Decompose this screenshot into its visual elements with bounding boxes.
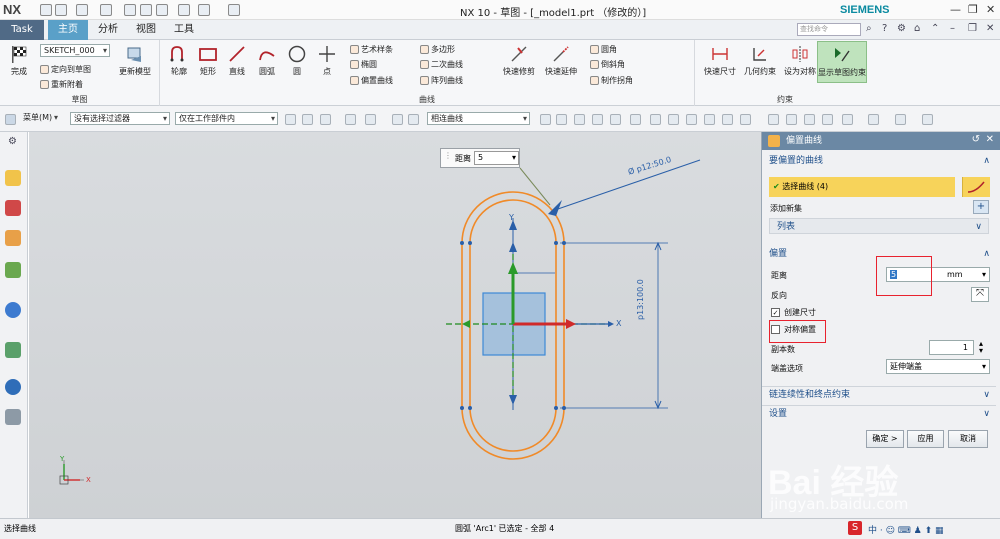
cancel-button[interactable]: 取消 bbox=[948, 430, 988, 448]
offset-curve-dialog-icon bbox=[768, 135, 780, 147]
copies-input[interactable]: 1 bbox=[929, 340, 974, 355]
distance-onscreen-input: ⋮ 距离 5 bbox=[440, 148, 520, 168]
reverse-direction-button[interactable]: ⤧ bbox=[971, 287, 989, 302]
annotation-box-symmetric bbox=[769, 320, 826, 343]
section-chain-title: 链连续性和终点约束 bbox=[769, 390, 851, 400]
apply-button[interactable]: 应用 bbox=[907, 430, 944, 448]
ok-button[interactable]: 确定 > bbox=[866, 430, 904, 448]
cap-options-value: 延伸端盖 bbox=[890, 362, 922, 371]
status-message: 圆弧 'Arc1' 已选定 - 全部 4 bbox=[455, 524, 555, 533]
x-axis-label: X bbox=[616, 319, 622, 328]
reverse-label: 反向 bbox=[771, 291, 787, 300]
section-chain-header[interactable]: 链连续性和终点约束 ∨ bbox=[762, 386, 996, 402]
section-settings-header[interactable]: 设置 ∨ bbox=[762, 405, 996, 421]
chevron-up-icon: ∧ bbox=[983, 249, 990, 259]
chevron-down-icon: ∨ bbox=[983, 390, 990, 400]
reset-icon[interactable]: ↺ bbox=[972, 134, 980, 145]
distance-label: 距离 bbox=[771, 271, 787, 280]
select-curve-row[interactable]: ✔ 选择曲线 (4) bbox=[769, 177, 955, 197]
section-curve-header[interactable]: 要偏置的曲线 ∧ bbox=[762, 153, 996, 169]
cap-options-select[interactable]: 延伸端盖 ▾ bbox=[886, 359, 990, 374]
watermark-url: jingyan.baidu.com bbox=[770, 495, 909, 513]
curve-icon bbox=[967, 181, 985, 193]
dialog-title: 偏置曲线 bbox=[762, 132, 1000, 150]
add-new-set-button[interactable]: + bbox=[973, 200, 989, 214]
cap-options-label: 端盖选项 bbox=[771, 364, 803, 373]
chevron-up-icon: ∧ bbox=[983, 156, 990, 166]
dialog-close-icon[interactable]: ✕ bbox=[986, 134, 994, 145]
create-dimension-checkbox[interactable]: ✓ 创建尺寸 bbox=[771, 307, 816, 318]
select-curve-label: 选择曲线 (4) bbox=[782, 182, 829, 191]
section-curve-title: 要偏置的曲线 bbox=[769, 156, 824, 166]
input-method-icon[interactable]: S bbox=[848, 521, 862, 535]
section-settings-title: 设置 bbox=[769, 409, 788, 419]
annotation-box-distance bbox=[876, 256, 932, 296]
distance-onscreen-label: 距离 bbox=[455, 154, 471, 163]
check-icon: ✓ bbox=[771, 308, 780, 317]
section-offset-title: 偏置 bbox=[769, 249, 788, 259]
status-bar: 选择曲线 圆弧 'Arc1' 已选定 - 全部 4 S 中 ⋅ ☺ ⌨ ♟ ⬆ … bbox=[0, 518, 1000, 539]
chevron-down-icon: ∨ bbox=[983, 409, 990, 419]
check-icon: ✔ bbox=[773, 182, 780, 191]
baidu-watermark: Bai 经验 jingyan.baidu.com bbox=[768, 455, 1000, 519]
wcs-y-label: Y bbox=[60, 455, 65, 463]
length-dimension-label[interactable]: p13:100.0 bbox=[636, 279, 645, 320]
copies-label: 副本数 bbox=[771, 345, 795, 354]
ime-mode-icon[interactable]: 中 ⋅ ☺ ⌨ ♟ ⬆ ▦ bbox=[868, 523, 944, 536]
distance-onscreen-value[interactable]: 5 bbox=[474, 151, 519, 165]
status-prompt: 选择曲线 bbox=[4, 524, 36, 533]
list-label: 列表 bbox=[777, 222, 796, 232]
drag-handle-icon[interactable]: ⋮ bbox=[444, 151, 452, 160]
chevron-down-icon: ∨ bbox=[975, 222, 982, 232]
create-dimension-label: 创建尺寸 bbox=[784, 308, 816, 317]
list-toggle[interactable]: 列表 ∨ bbox=[769, 218, 989, 234]
y-axis-label: Y bbox=[509, 213, 514, 222]
add-new-set-label: 添加新集 bbox=[770, 204, 802, 213]
unit-dropdown-icon[interactable]: ▾ bbox=[982, 268, 986, 281]
wcs-x-label: X bbox=[86, 476, 91, 484]
copies-stepper-icon[interactable]: ▴ ▾ bbox=[979, 340, 983, 355]
chevron-down-icon: ▾ bbox=[981, 362, 986, 371]
unit-label: mm bbox=[947, 270, 963, 279]
